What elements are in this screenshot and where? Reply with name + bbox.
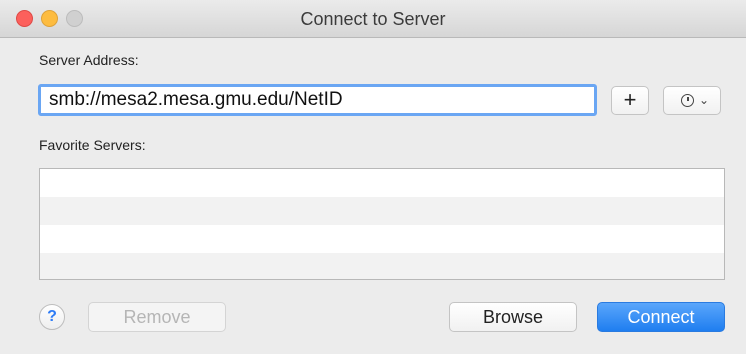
add-favorite-button[interactable]: +: [611, 86, 649, 115]
window-title: Connect to Server: [300, 9, 446, 29]
favorite-servers-list[interactable]: [39, 168, 725, 280]
connect-button[interactable]: Connect: [597, 302, 725, 332]
remove-button: Remove: [88, 302, 226, 332]
favorite-servers-label: Favorite Servers:: [39, 137, 146, 153]
recent-servers-button[interactable]: ⌄: [663, 86, 721, 115]
help-button[interactable]: ?: [39, 304, 65, 330]
list-item: [40, 169, 724, 197]
list-item: [40, 253, 724, 279]
clock-icon: [681, 94, 694, 107]
title-bar[interactable]: Connect to Server: [0, 0, 746, 38]
server-address-input[interactable]: [38, 84, 597, 116]
browse-button[interactable]: Browse: [449, 302, 577, 332]
chevron-down-icon: ⌄: [699, 93, 710, 107]
connect-to-server-window: Connect to Server Server Address: + ⌄ Fa…: [0, 0, 746, 354]
list-item: [40, 197, 724, 225]
list-item: [40, 225, 724, 253]
server-address-label: Server Address:: [39, 52, 139, 68]
